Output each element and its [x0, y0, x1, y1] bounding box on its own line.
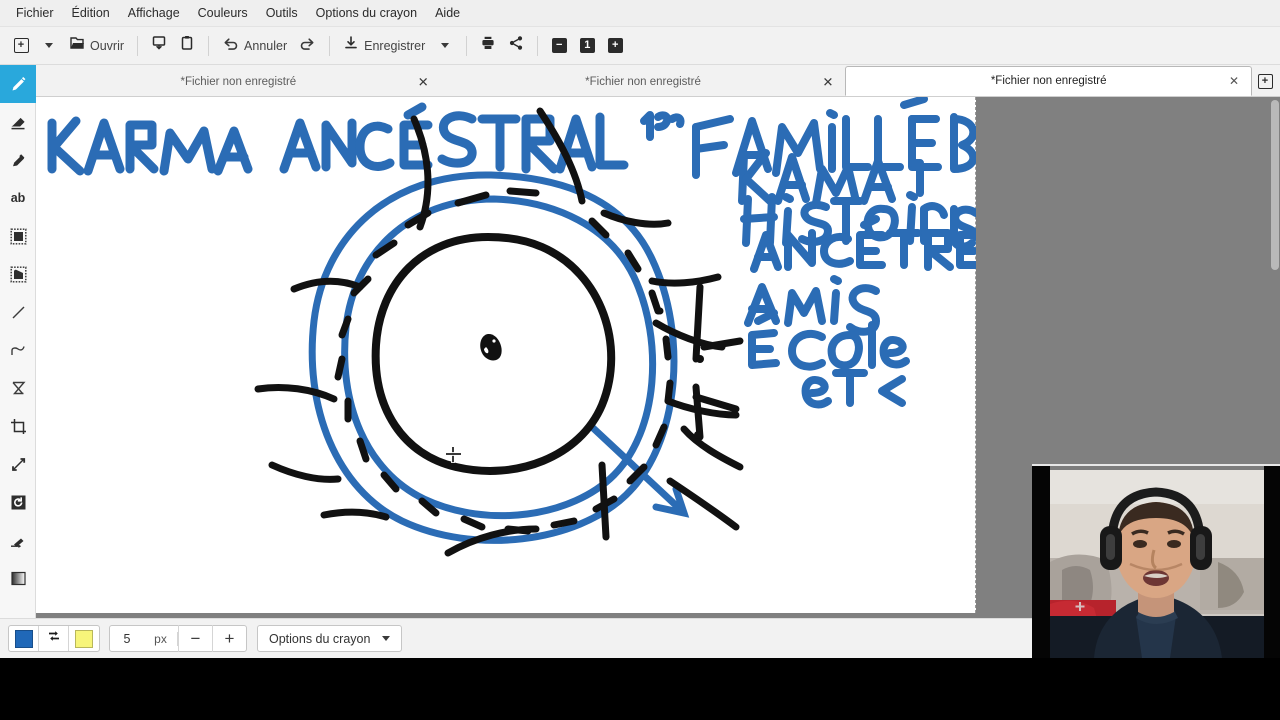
sidebar-tool-resize[interactable] [0, 445, 36, 483]
canvas-vertical-scrollbar[interactable] [1271, 100, 1279, 270]
tab-label: *Fichier non enregistré [180, 75, 297, 88]
menu-aide[interactable]: Aide [426, 3, 469, 23]
menu-outils[interactable]: Outils [257, 3, 307, 23]
brush-size-increase-button[interactable]: + [212, 625, 246, 652]
sidebar-tool-highlighter[interactable] [0, 141, 36, 179]
new-document-button[interactable]: + [8, 32, 34, 60]
undo-button-label: Annuler [244, 38, 288, 53]
sidebar-tool-polygon[interactable] [0, 369, 36, 407]
print-button[interactable] [475, 32, 501, 60]
sidebar-tool-curve[interactable] [0, 331, 36, 369]
print-icon [480, 35, 496, 56]
plus-box-icon: + [607, 38, 623, 53]
center-ink-blob [480, 333, 502, 361]
tab-label: *Fichier non enregistré [990, 75, 1107, 87]
toolbar-separator [537, 35, 539, 56]
color-group [8, 625, 100, 652]
paste-button[interactable] [174, 32, 200, 60]
open-button[interactable]: Ouvrir [64, 32, 129, 60]
menu-couleurs[interactable]: Couleurs [189, 3, 257, 23]
tab-close-icon[interactable]: ✕ [418, 75, 429, 88]
sidebar-tool-move[interactable] [0, 521, 36, 559]
menu-edition[interactable]: Édition [63, 3, 119, 23]
clipboard-icon [179, 35, 195, 56]
handwriting-amis [744, 275, 880, 336]
tab-document-2[interactable]: *Fichier non enregistré ✕ [440, 67, 846, 96]
paint-application-window: Fichier Édition Affichage Couleurs Outil… [0, 0, 1280, 658]
open-folder-icon [69, 35, 85, 56]
brush-size-value[interactable]: 5 [110, 632, 144, 646]
sidebar-tool-crop[interactable] [0, 407, 36, 445]
save-to-disk-icon [151, 35, 167, 56]
tools-sidebar: ab [0, 65, 36, 618]
swap-colors-button[interactable] [39, 626, 69, 651]
toolbar-separator [466, 35, 468, 56]
undo-button[interactable]: Annuler [217, 32, 292, 60]
text-tool-label: ab [10, 191, 26, 205]
brush-size-decrease-button[interactable]: − [178, 625, 212, 652]
share-icon [508, 35, 524, 56]
sidebar-tool-eraser[interactable] [0, 103, 36, 141]
sidebar-tool-text[interactable]: ab [0, 179, 36, 217]
open-button-label: Ouvrir [90, 38, 125, 53]
menu-options-du-crayon[interactable]: Options du crayon [307, 3, 426, 23]
sidebar-tool-fill-shape[interactable] [0, 217, 36, 255]
chevron-down-icon [382, 636, 391, 641]
chevron-down-icon [45, 43, 53, 48]
toolbar-separator [329, 35, 331, 56]
primary-color-button[interactable] [9, 626, 39, 651]
brush-size-unit: px [144, 631, 178, 646]
export-button[interactable]: Enregistrer [338, 32, 430, 60]
pencil-options-label: Options du crayon [269, 631, 371, 646]
page-number-box: 1 [579, 38, 595, 53]
tab-document-1[interactable]: *Fichier non enregistré ✕ [36, 67, 441, 96]
drawing-canvas[interactable] [36, 97, 976, 613]
plus-box-icon: + [1257, 74, 1273, 89]
webcam-overlay [1032, 464, 1280, 658]
drawing-content [47, 97, 976, 557]
page-number-button[interactable]: 1 [574, 32, 600, 60]
save-to-disk-button[interactable] [146, 32, 172, 60]
download-icon [343, 35, 359, 56]
sidebar-tool-gradient[interactable] [0, 559, 36, 597]
tab-close-icon[interactable]: ✕ [822, 75, 833, 88]
sidebar-tool-line[interactable] [0, 293, 36, 331]
sidebar-tool-stamp[interactable] [0, 255, 36, 293]
redo-button[interactable] [294, 32, 321, 60]
new-document-dropdown[interactable] [36, 32, 62, 60]
export-button-label: Enregistrer [364, 38, 426, 53]
tab-document-3[interactable]: *Fichier non enregistré ✕ [845, 66, 1253, 96]
minus-box-icon: − [551, 38, 567, 53]
main-toolbar: + Ouvrir Annuler Enregistrer − 1 + [0, 27, 1280, 65]
new-document-icon: + [13, 38, 29, 53]
menu-affichage[interactable]: Affichage [119, 3, 189, 23]
handwriting-etc [801, 369, 906, 409]
menu-bar: Fichier Édition Affichage Couleurs Outil… [0, 0, 1280, 27]
export-dropdown[interactable] [432, 32, 458, 60]
brush-size-control: 5 px − + [109, 625, 247, 652]
chevron-down-icon [441, 43, 450, 48]
redo-arrow-icon [299, 35, 316, 56]
tab-label: *Fichier non enregistré [585, 75, 701, 88]
undo-arrow-icon [222, 35, 239, 56]
handwriting-karma-ancestral [47, 102, 629, 176]
pencil-options-button[interactable]: Options du crayon [257, 625, 403, 652]
primary-color-swatch [14, 629, 33, 648]
sidebar-tool-pencil[interactable] [0, 65, 36, 103]
share-button[interactable] [503, 32, 529, 60]
new-tab-button[interactable]: + [1252, 67, 1278, 96]
sidebar-tool-rotate[interactable] [0, 483, 36, 521]
secondary-color-swatch [75, 629, 93, 648]
swap-colors-icon [46, 628, 62, 649]
toolbar-separator [137, 35, 139, 56]
webcam-video-frame [1032, 466, 1280, 658]
page-previous-button[interactable]: − [546, 32, 572, 60]
tab-bar: *Fichier non enregistré ✕ *Fichier non e… [36, 65, 1280, 97]
page-next-button[interactable]: + [602, 32, 628, 60]
secondary-color-button[interactable] [69, 626, 99, 651]
tab-close-icon[interactable]: ✕ [1229, 75, 1239, 87]
toolbar-separator [208, 35, 210, 56]
menu-fichier[interactable]: Fichier [7, 3, 63, 23]
